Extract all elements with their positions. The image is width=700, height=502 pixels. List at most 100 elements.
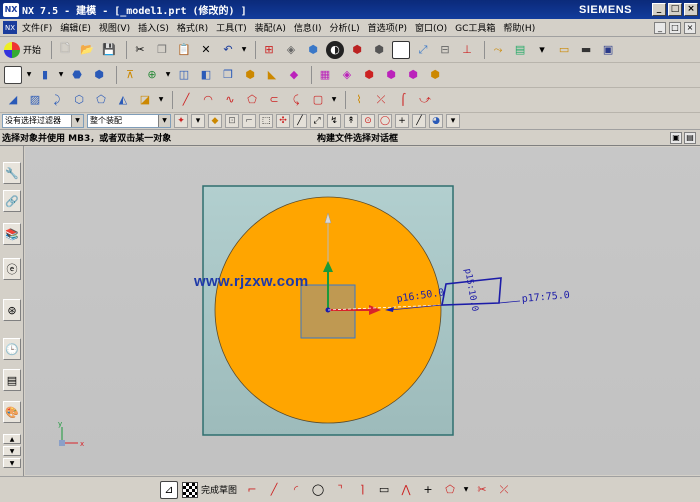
sketch-task-icon[interactable]: ⊿ — [160, 480, 178, 499]
paste-icon[interactable]: 📋 — [175, 41, 193, 59]
menu-window[interactable]: 窗口(O) — [415, 21, 447, 34]
red-cube-icon[interactable]: ⬢ — [348, 41, 366, 59]
layer-settings-icon[interactable]: ▤ — [511, 41, 529, 59]
reuse-library-icon[interactable]: ⊛ — [3, 299, 21, 321]
scroll-up-icon[interactable]: ▲ — [3, 434, 21, 444]
sketch-curve-dropdown-icon[interactable]: ▼ — [463, 481, 469, 499]
sketch-point-icon[interactable]: + — [419, 481, 437, 499]
part-navigator-icon[interactable]: 📚 — [3, 223, 21, 245]
selection-scope-select[interactable]: 整个装配 ▼ — [87, 113, 171, 128]
studio-surface-icon[interactable]: ◭ — [114, 91, 132, 109]
snap-control-icon[interactable]: ↯ — [327, 113, 341, 128]
surface-dropdown-icon[interactable]: ▼ — [158, 91, 164, 109]
polygon-icon[interactable]: ⬠ — [243, 91, 261, 109]
assembly-navigator-icon[interactable]: 🔧 — [3, 162, 21, 184]
chamfer-icon[interactable]: ◆ — [285, 66, 303, 84]
ruler-icon[interactable]: ▬ — [577, 41, 595, 59]
sketch-circle-icon[interactable]: ◯ — [309, 481, 327, 499]
snap-end-icon[interactable]: ╱ — [293, 113, 307, 128]
section-view-icon[interactable]: ⊟ — [436, 41, 454, 59]
new-file-icon[interactable]: 🗋 — [56, 41, 74, 59]
mirror-icon[interactable]: ⬢ — [404, 66, 422, 84]
spline-icon[interactable]: ∿ — [221, 91, 239, 109]
copy-icon[interactable]: ❐ — [153, 41, 171, 59]
edge-blend-icon[interactable]: ◣ — [263, 66, 281, 84]
menu-analysis[interactable]: 分析(L) — [330, 21, 360, 34]
gray-cube-icon[interactable]: ⬢ — [370, 41, 388, 59]
graphics-window[interactable]: p16:50.0 p15:10.0 p17:75.0 y x www.rjzxw… — [25, 147, 700, 475]
menu-tools[interactable]: 工具(T) — [216, 21, 247, 34]
curve-length-icon[interactable]: ⤻ — [416, 91, 434, 109]
snap-on-face-icon[interactable]: ◕ — [429, 113, 443, 128]
info-icon[interactable]: ▤ — [684, 131, 696, 144]
chevron-down-icon[interactable]: ▼ — [71, 114, 83, 127]
studio-icon[interactable]: ◐ — [326, 40, 345, 59]
doc-close-button[interactable]: × — [684, 21, 696, 34]
internet-explorer-icon[interactable]: ⓔ — [3, 258, 21, 280]
sketch-icon[interactable] — [4, 65, 22, 84]
divide-curve-icon[interactable]: ⌠ — [394, 91, 412, 109]
edit-curve-icon[interactable]: ⌇ — [350, 91, 368, 109]
menu-edit[interactable]: 编辑(E) — [60, 21, 91, 34]
swept-icon[interactable]: ⤸ — [48, 91, 66, 109]
undo-dropdown-icon[interactable]: ▼ — [241, 41, 247, 59]
unite-icon[interactable]: ❒ — [219, 66, 237, 84]
menu-insert[interactable]: 插入(S) — [138, 21, 169, 34]
arc-icon[interactable]: ◠ — [199, 91, 217, 109]
doc-minimize-button[interactable]: _ — [654, 21, 666, 34]
history-icon[interactable]: 🕒 — [3, 338, 21, 360]
move-face-icon[interactable]: ⬢ — [426, 66, 444, 84]
select-filter-icon[interactable]: ⊞ — [260, 41, 278, 59]
sketch-offset-icon[interactable]: ⬠ — [441, 481, 459, 499]
fullscreen-icon[interactable]: ▣ — [670, 131, 682, 144]
datum-axis-icon[interactable]: ⊕ — [143, 66, 161, 84]
select-edge-icon[interactable]: ⌐ — [242, 113, 256, 128]
datum-plane-icon[interactable]: ⊼ — [121, 66, 139, 84]
menu-format[interactable]: 格式(R) — [177, 21, 208, 34]
select-rect-icon[interactable]: ⬚ — [259, 113, 273, 128]
sketch-arc-icon[interactable]: ◜ — [287, 481, 305, 499]
sketch-chamfer-icon[interactable]: ⌉ — [353, 481, 371, 499]
offset-curve-icon[interactable]: ⊂ — [265, 91, 283, 109]
shape-icon[interactable]: ⬣ — [68, 66, 86, 84]
n-sided-icon[interactable]: ⬡ — [70, 91, 88, 109]
menu-file[interactable]: 文件(F) — [22, 21, 52, 34]
thicken-icon[interactable]: ◈ — [338, 66, 356, 84]
delete-icon[interactable]: ✕ — [197, 41, 215, 59]
snap-point-icon[interactable]: ✣ — [276, 113, 290, 128]
snap-quadrant-icon[interactable]: ◯ — [378, 113, 392, 128]
snap-intersect-icon[interactable]: ↟ — [344, 113, 358, 128]
snap-dropdown-icon[interactable]: ▾ — [191, 113, 205, 128]
trim-body-icon[interactable]: ⬢ — [241, 66, 259, 84]
maximize-button[interactable]: □ — [668, 3, 682, 16]
orient-view-icon[interactable]: ⤢ — [414, 41, 432, 59]
boss-icon[interactable]: ◧ — [197, 66, 215, 84]
save-icon[interactable]: 💾 — [100, 41, 118, 59]
quick-extend-icon[interactable]: ⤫ — [495, 481, 513, 499]
bounded-plane-icon[interactable]: ⬠ — [92, 91, 110, 109]
constraint-navigator-icon[interactable]: 🔗 — [3, 190, 21, 212]
intersect-curve-icon[interactable]: ▢ — [309, 91, 327, 109]
window-icon[interactable]: ▣ — [599, 41, 617, 59]
sketch-dropdown-icon[interactable]: ▼ — [26, 66, 32, 84]
nx-menu-icon[interactable]: NX — [3, 21, 17, 34]
pattern-icon[interactable]: ⬢ — [382, 66, 400, 84]
mesh-surface-icon[interactable]: ▨ — [26, 91, 44, 109]
snap-mid-icon[interactable]: ⤢ — [310, 113, 324, 128]
start-button[interactable]: 开始 — [4, 41, 41, 58]
menu-preferences[interactable]: 首选项(P) — [368, 21, 407, 34]
sketch-polygon-icon[interactable]: ⋀ — [397, 481, 415, 499]
finish-sketch-button[interactable]: 完成草图 — [182, 481, 237, 498]
extrude-dropdown-icon[interactable]: ▼ — [58, 66, 64, 84]
extrude-icon[interactable]: ▮ — [36, 66, 54, 84]
resource-more-icon[interactable]: ▼ — [3, 458, 21, 468]
menu-info[interactable]: 信息(I) — [294, 21, 322, 34]
dimension-p17[interactable]: p17:75.0 — [521, 290, 570, 305]
hole-icon[interactable]: ◫ — [175, 66, 193, 84]
sketch-rectangle-icon[interactable]: ▭ — [375, 481, 393, 499]
general-select-icon[interactable]: ✦ — [174, 113, 188, 128]
menu-gc-toolbox[interactable]: GC工具箱 — [455, 21, 495, 34]
profile-icon[interactable]: ⌐ — [243, 481, 261, 499]
block-icon[interactable]: ⬢ — [90, 66, 108, 84]
csys-icon[interactable]: ⊥ — [458, 41, 476, 59]
